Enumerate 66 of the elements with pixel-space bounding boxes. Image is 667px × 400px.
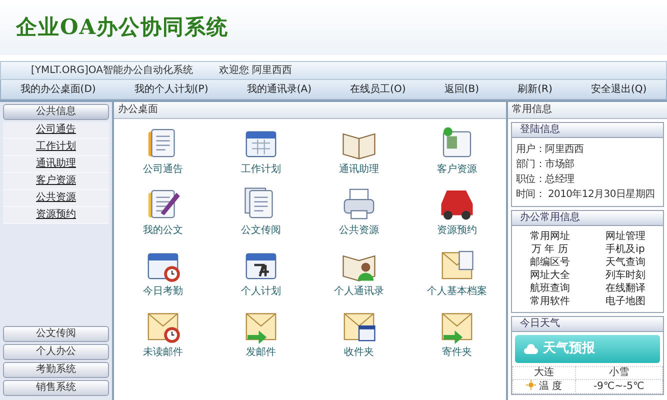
table-cell: 温 度: [512, 380, 576, 394]
info-link[interactable]: 邮编区号: [512, 256, 588, 269]
desktop-shortcut[interactable]: 公文传阅: [212, 186, 310, 237]
box-title: 今日天气: [512, 317, 663, 332]
table-cell: -9℃~-5℃: [575, 380, 662, 394]
info-link[interactable]: 天气查询: [588, 256, 663, 269]
nav-link[interactable]: 我的个人计划(P): [134, 80, 208, 98]
desktop-shortcut[interactable]: 个人计划: [212, 247, 310, 298]
nav-link[interactable]: 刷新(R): [518, 80, 552, 98]
group-button[interactable]: 销售系统: [3, 380, 109, 396]
sidebar-link[interactable]: 通讯助理: [3, 156, 109, 173]
desktop-shortcut[interactable]: 公共资源: [310, 186, 408, 237]
info-link[interactable]: 列车时刻: [588, 269, 663, 282]
sidebar-link[interactable]: 客户资源: [3, 173, 109, 190]
info-link[interactable]: 手机及ip: [588, 243, 663, 256]
group-button[interactable]: 考勤系统: [3, 362, 109, 378]
site-name: [YMLT.ORG]OA智能办公自动化系统: [31, 64, 193, 76]
info-link[interactable]: 常用网址: [512, 230, 588, 243]
sidebar-link[interactable]: 公共资源: [3, 190, 109, 207]
table-cell: 大连: [512, 366, 576, 380]
app-title: 企业OA办公协同系统: [16, 14, 230, 40]
printer-icon: [341, 186, 377, 222]
desktop-shortcut[interactable]: 客户资源: [408, 125, 506, 176]
cloud-icon: [523, 343, 539, 355]
banner-text: 天气预报: [543, 341, 595, 357]
desktop-shortcut[interactable]: 我的公文: [114, 186, 212, 237]
info-line: 部门：市场部: [516, 158, 576, 172]
nav-link[interactable]: 在线员工(O): [350, 80, 406, 98]
desktop-shortcut[interactable]: 发邮件: [212, 308, 310, 359]
info-link[interactable]: 航班查询: [512, 282, 588, 295]
desktop-shortcut[interactable]: 寄件夹: [408, 308, 506, 359]
box-title: 登陆信息: [512, 123, 663, 138]
welcome-text: 欢迎您 阿里西西: [218, 64, 292, 76]
panel-title: 办公桌面: [114, 102, 506, 119]
desktop-shortcut[interactable]: 个人通讯录: [310, 247, 408, 298]
info-line: 用户：阿里西西: [516, 142, 585, 157]
desktop-shortcut[interactable]: 收件夹: [310, 308, 408, 359]
box-title: 办公常用信息: [512, 211, 663, 226]
group-button[interactable]: 个人办公: [3, 344, 109, 360]
info-link[interactable]: 电子地图: [588, 295, 663, 308]
sidebar-link[interactable]: 工作计划: [3, 139, 109, 156]
info-line: 时间： 2010年12月30日星期四: [516, 188, 656, 202]
table-cell: 小雪: [575, 366, 662, 380]
info-link[interactable]: 常用软件: [512, 295, 588, 308]
group-button[interactable]: 公文传阅: [3, 326, 109, 342]
sun-icon: [526, 380, 536, 390]
desktop-shortcut[interactable]: 公司通告: [114, 125, 212, 176]
desktop-shortcut[interactable]: 个人基本档案: [408, 247, 506, 298]
info-link[interactable]: 万 年 历: [512, 243, 588, 256]
info-link[interactable]: 在线翻译: [588, 282, 663, 295]
info-link[interactable]: 网址大全: [512, 269, 588, 282]
nav-link[interactable]: 安全退出(Q): [591, 80, 647, 98]
desktop-shortcut[interactable]: 工作计划: [212, 125, 310, 176]
desktop-shortcut[interactable]: 未读邮件: [114, 308, 212, 359]
sidebar-link[interactable]: 公司通告: [3, 122, 109, 139]
desktop-shortcut[interactable]: 资源预约: [408, 186, 506, 237]
nav-link[interactable]: 返回(B): [444, 80, 480, 98]
group-button[interactable]: 公共信息: [3, 104, 109, 120]
nav-link[interactable]: 我的办公桌面(D): [20, 80, 96, 98]
nav-link[interactable]: 我的通讯录(A): [246, 80, 312, 98]
info-link[interactable]: 网址管理: [588, 230, 663, 243]
desktop-shortcut[interactable]: 今日考勤: [114, 247, 212, 298]
panel-title: 常用信息: [508, 102, 667, 119]
desktop-shortcut[interactable]: 通讯助理: [310, 125, 408, 176]
sidebar-link[interactable]: 资源预约: [3, 207, 109, 224]
info-line: 职位：总经理: [516, 172, 576, 187]
